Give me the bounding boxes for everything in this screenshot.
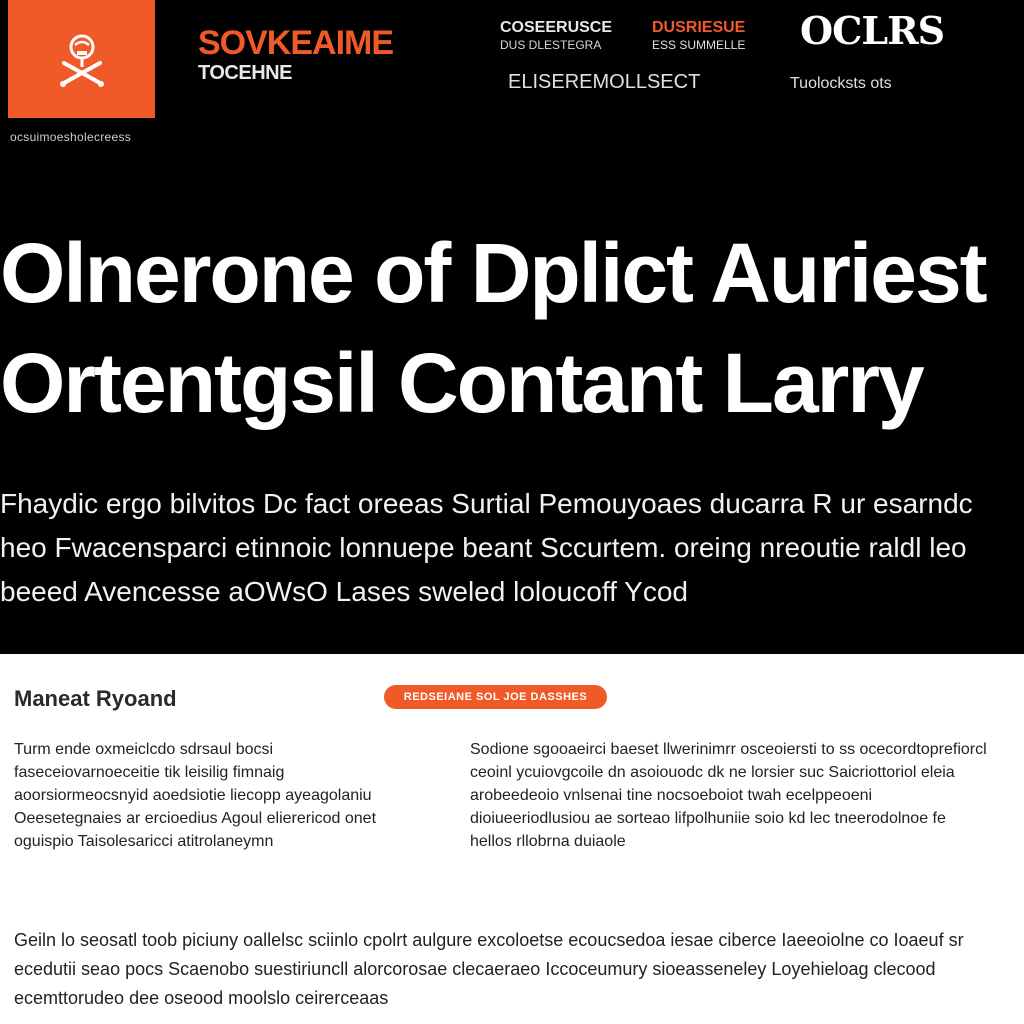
hero-section: SOVKEAIME TOCEHNE ocsuimoesholecreess CO… <box>0 0 1024 654</box>
nav-link-5[interactable]: Tuolocksts ots <box>790 76 892 92</box>
hero-headline: Olnerone of Dplict Auriest Ortentgsil Co… <box>0 218 1024 438</box>
nav-link-1-sub: DUS DLESTEGRA <box>500 38 602 52</box>
brand-name: SOVKEAIME <box>198 24 394 62</box>
nav-link-1[interactable]: COSEERUSCE DUS DLESTEGRA <box>500 19 613 52</box>
section-title: Maneat Ryoand <box>14 686 177 711</box>
footer-paragraph: Geiln lo seosatl toob piciuny oallelsc s… <box>14 930 964 1008</box>
hero-headline-line-1: Olnerone of Dplict Auriest <box>0 226 988 320</box>
nav-link-4[interactable]: ELISEREMOLLSECT <box>508 72 700 92</box>
nav-link-3[interactable]: OCLRS <box>800 12 945 50</box>
tagline: ocsuimoesholecreess <box>10 130 132 144</box>
cross-bones-icon <box>59 34 104 87</box>
left-column-text: Turm ende oxmeiclcdo sdrsaul bocsi fasec… <box>14 741 377 850</box>
content-section: Maneat Ryoand REDSEIANE SOL JOE DASSHES … <box>0 654 1024 1024</box>
logo[interactable] <box>8 0 155 118</box>
hero-lede: Fhaydic ergo bilvitos Dc fact oreeas Sur… <box>0 488 973 607</box>
nav-link-2-sub: ESS SUMMELLE <box>652 38 746 52</box>
nav-link-2[interactable]: DUSRIESUE ESS SUMMELLE <box>652 19 746 52</box>
brand-subtitle: TOCEHNE <box>198 62 292 84</box>
right-column-text: Sodione sgooaeirci baeset llwerinimrr os… <box>470 741 987 850</box>
hero-headline-line-2: Ortentgsil Contant Larry <box>0 336 925 430</box>
nav-link-2-label: DUSRIESUE <box>652 19 746 36</box>
nav-link-1-label: COSEERUSCE <box>500 19 613 36</box>
cta-button[interactable]: REDSEIANE SOL JOE DASSHES <box>384 685 607 709</box>
brand[interactable]: SOVKEAIME TOCEHNE <box>198 24 394 84</box>
